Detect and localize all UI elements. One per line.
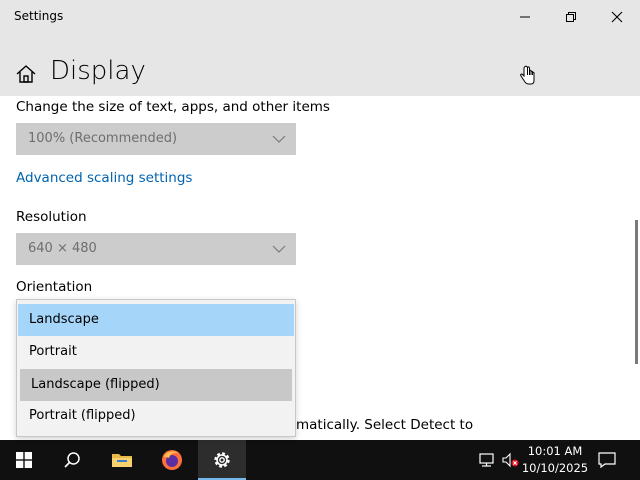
restore-button[interactable] [548,0,594,34]
resolution-combobox[interactable]: 640 × 480 [16,233,296,265]
file-explorer-button[interactable] [98,440,146,480]
minimize-button[interactable] [502,0,548,34]
minimize-icon [520,16,530,18]
orientation-option-landscape[interactable]: Landscape [18,304,294,336]
orientation-option-portrait[interactable]: Portrait [18,336,294,368]
firefox-button[interactable] [148,440,196,480]
clock-time: 10:01 AM [527,444,583,458]
chevron-down-icon [272,245,286,253]
start-button[interactable] [0,440,48,480]
scale-label: Change the size of text, apps, and other… [16,99,330,115]
orientation-dropdown: Landscape Portrait Landscape (flipped) P… [16,299,296,437]
clock-date: 10/10/2025 [521,461,589,475]
firefox-icon [162,450,182,470]
system-clock[interactable]: 10:01 AM 10/10/2025 [520,443,590,477]
hand-cursor-icon [520,65,535,85]
orientation-option-landscape-flipped[interactable]: Landscape (flipped) [20,369,292,401]
search-button[interactable] [48,440,96,480]
close-button[interactable] [594,0,640,34]
advanced-scaling-link[interactable]: Advanced scaling settings [16,170,192,186]
vertical-scrollbar[interactable] [635,220,638,364]
chevron-down-icon [272,135,286,143]
resolution-label: Resolution [16,209,87,225]
orientation-label: Orientation [16,279,93,295]
close-icon [611,11,623,23]
restore-icon [566,12,576,22]
detect-description: matically. Select Detect to [296,417,474,433]
title-bar: Settings [0,0,640,34]
taskbar: 10:01 AM 10/10/2025 [0,440,640,480]
gear-icon [214,452,230,468]
page-title: Display [50,56,146,86]
folder-icon [112,454,132,467]
windows-logo-icon [16,452,32,468]
page-header: Display [0,34,640,96]
home-icon[interactable] [15,63,37,85]
volume-muted-icon[interactable] [501,452,519,468]
action-center-icon[interactable] [597,451,617,469]
scale-value: 100% (Recommended) [28,131,178,146]
app-title: Settings [14,9,64,23]
settings-taskbar-button[interactable] [198,440,246,480]
search-icon [64,452,80,468]
scale-combobox[interactable]: 100% (Recommended) [16,123,296,155]
orientation-option-portrait-flipped[interactable]: Portrait (flipped) [18,400,294,432]
resolution-value: 640 × 480 [28,241,97,256]
network-icon[interactable] [478,452,496,468]
